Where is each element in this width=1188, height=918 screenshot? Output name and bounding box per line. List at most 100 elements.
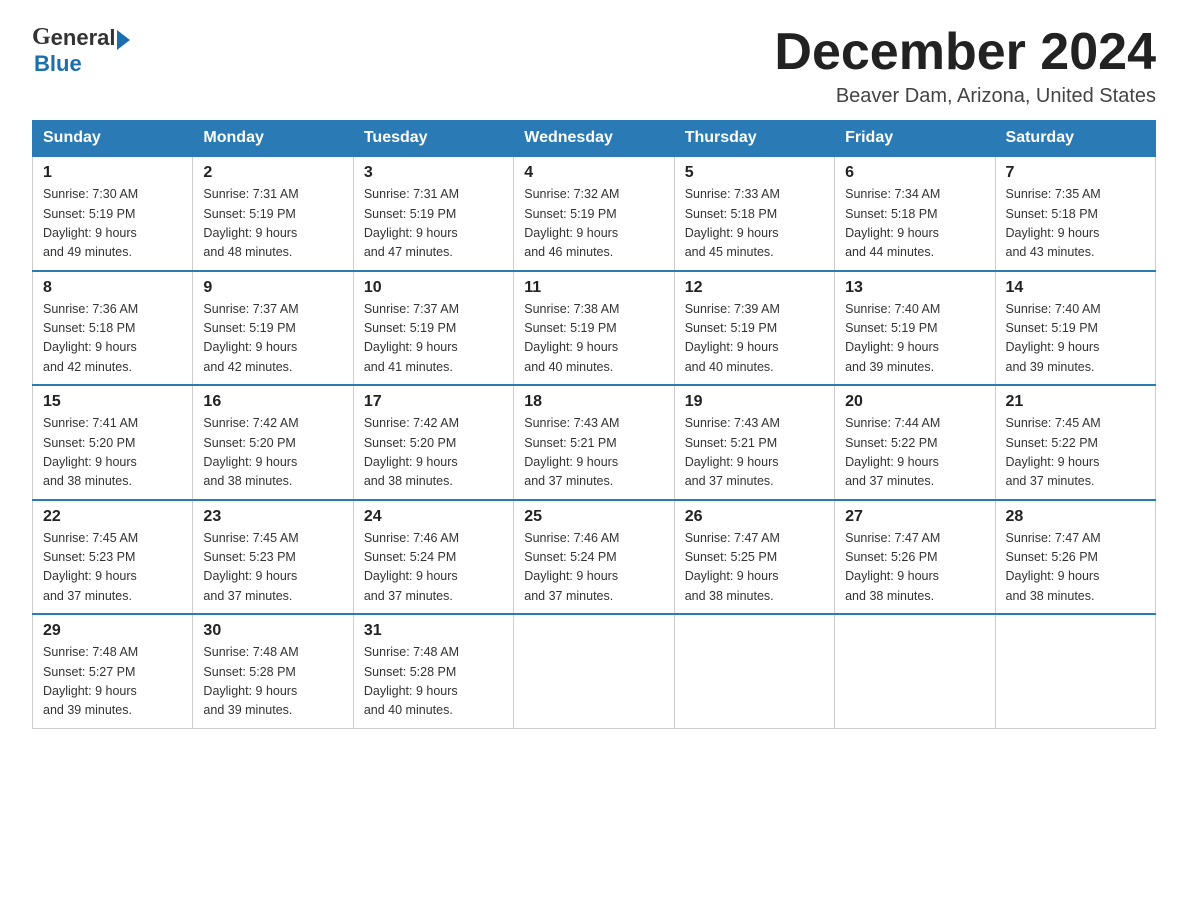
calendar-day-cell: 2 Sunrise: 7:31 AMSunset: 5:19 PMDaylight… xyxy=(193,156,353,271)
calendar-day-cell xyxy=(674,614,834,728)
day-of-week-header: Sunday xyxy=(33,121,193,157)
calendar-day-cell: 19 Sunrise: 7:43 AMSunset: 5:21 PMDayligh… xyxy=(674,385,834,500)
day-info: Sunrise: 7:40 AMSunset: 5:19 PMDaylight:… xyxy=(845,300,984,378)
day-info: Sunrise: 7:48 AMSunset: 5:28 PMDaylight:… xyxy=(364,643,503,721)
day-info: Sunrise: 7:37 AMSunset: 5:19 PMDaylight:… xyxy=(203,300,342,378)
day-of-week-header: Thursday xyxy=(674,121,834,157)
calendar-day-cell: 1 Sunrise: 7:30 AMSunset: 5:19 PMDaylight… xyxy=(33,156,193,271)
day-info: Sunrise: 7:44 AMSunset: 5:22 PMDaylight:… xyxy=(845,414,984,492)
logo-g: G xyxy=(32,24,51,51)
calendar-day-cell xyxy=(995,614,1155,728)
calendar-day-cell: 18Sunrise: 7:43 AMSunset: 5:21 PMDayligh… xyxy=(514,385,674,500)
day-info: Sunrise: 7:31 AMSunset: 5:19 PMDaylight:… xyxy=(203,185,342,263)
day-info: Sunrise: 7:36 AMSunset: 5:18 PMDaylight:… xyxy=(43,300,182,378)
calendar-week-row: 8 Sunrise: 7:36 AMSunset: 5:18 PMDaylight… xyxy=(33,271,1156,386)
day-number: 28 xyxy=(1006,508,1145,526)
day-number: 2 xyxy=(203,164,342,182)
day-number: 9 xyxy=(203,279,342,297)
day-info: Sunrise: 7:43 AMSunset: 5:21 PMDaylight:… xyxy=(685,414,824,492)
day-info: Sunrise: 7:38 AMSunset: 5:19 PMDaylight:… xyxy=(524,300,663,378)
day-info: Sunrise: 7:46 AMSunset: 5:24 PMDaylight:… xyxy=(364,529,503,607)
location-title: Beaver Dam, Arizona, United States xyxy=(774,85,1156,108)
day-info: Sunrise: 7:34 AMSunset: 5:18 PMDaylight:… xyxy=(845,185,984,263)
calendar-day-cell: 21 Sunrise: 7:45 AMSunset: 5:22 PMDayligh… xyxy=(995,385,1155,500)
day-info: Sunrise: 7:45 AMSunset: 5:23 PMDaylight:… xyxy=(43,529,182,607)
day-number: 15 xyxy=(43,393,182,411)
day-number: 20 xyxy=(845,393,984,411)
day-info: Sunrise: 7:48 AMSunset: 5:27 PMDaylight:… xyxy=(43,643,182,721)
header-row: SundayMondayTuesdayWednesdayThursdayFrid… xyxy=(33,121,1156,157)
calendar-day-cell: 11Sunrise: 7:38 AMSunset: 5:19 PMDayligh… xyxy=(514,271,674,386)
day-of-week-header: Saturday xyxy=(995,121,1155,157)
calendar-day-cell: 4 Sunrise: 7:32 AMSunset: 5:19 PMDaylight… xyxy=(514,156,674,271)
calendar-week-row: 22 Sunrise: 7:45 AMSunset: 5:23 PMDayligh… xyxy=(33,500,1156,615)
calendar-day-cell: 9 Sunrise: 7:37 AMSunset: 5:19 PMDaylight… xyxy=(193,271,353,386)
logo-eneral: eneral xyxy=(51,25,116,51)
day-info: Sunrise: 7:45 AMSunset: 5:22 PMDaylight:… xyxy=(1006,414,1145,492)
day-number: 30 xyxy=(203,622,342,640)
calendar-day-cell: 8 Sunrise: 7:36 AMSunset: 5:18 PMDaylight… xyxy=(33,271,193,386)
calendar-day-cell: 7 Sunrise: 7:35 AMSunset: 5:18 PMDaylight… xyxy=(995,156,1155,271)
calendar-day-cell: 12 Sunrise: 7:39 AMSunset: 5:19 PMDayligh… xyxy=(674,271,834,386)
day-number: 26 xyxy=(685,508,824,526)
calendar-day-cell: 20 Sunrise: 7:44 AMSunset: 5:22 PMDayligh… xyxy=(835,385,995,500)
calendar-week-row: 15 Sunrise: 7:41 AMSunset: 5:20 PMDayligh… xyxy=(33,385,1156,500)
day-info: Sunrise: 7:45 AMSunset: 5:23 PMDaylight:… xyxy=(203,529,342,607)
calendar-day-cell: 13 Sunrise: 7:40 AMSunset: 5:19 PMDayligh… xyxy=(835,271,995,386)
calendar-day-cell xyxy=(514,614,674,728)
calendar-day-cell: 28 Sunrise: 7:47 AMSunset: 5:26 PMDayligh… xyxy=(995,500,1155,615)
calendar-day-cell: 29 Sunrise: 7:48 AMSunset: 5:27 PMDayligh… xyxy=(33,614,193,728)
day-of-week-header: Tuesday xyxy=(353,121,513,157)
day-info: Sunrise: 7:33 AMSunset: 5:18 PMDaylight:… xyxy=(685,185,824,263)
day-info: Sunrise: 7:41 AMSunset: 5:20 PMDaylight:… xyxy=(43,414,182,492)
calendar-day-cell: 23 Sunrise: 7:45 AMSunset: 5:23 PMDayligh… xyxy=(193,500,353,615)
day-info: Sunrise: 7:35 AMSunset: 5:18 PMDaylight:… xyxy=(1006,185,1145,263)
day-info: Sunrise: 7:32 AMSunset: 5:19 PMDaylight:… xyxy=(524,185,663,263)
day-number: 6 xyxy=(845,164,984,182)
day-info: Sunrise: 7:42 AMSunset: 5:20 PMDaylight:… xyxy=(203,414,342,492)
day-number: 13 xyxy=(845,279,984,297)
day-number: 23 xyxy=(203,508,342,526)
calendar-week-row: 29 Sunrise: 7:48 AMSunset: 5:27 PMDayligh… xyxy=(33,614,1156,728)
title-block: December 2024 Beaver Dam, Arizona, Unite… xyxy=(774,24,1156,108)
calendar-day-cell: 31 Sunrise: 7:48 AMSunset: 5:28 PMDayligh… xyxy=(353,614,513,728)
day-number: 3 xyxy=(364,164,503,182)
calendar-day-cell: 3Sunrise: 7:31 AMSunset: 5:19 PMDaylight… xyxy=(353,156,513,271)
calendar-day-cell: 25Sunrise: 7:46 AMSunset: 5:24 PMDayligh… xyxy=(514,500,674,615)
day-of-week-header: Wednesday xyxy=(514,121,674,157)
day-info: Sunrise: 7:37 AMSunset: 5:19 PMDaylight:… xyxy=(364,300,503,378)
day-number: 14 xyxy=(1006,279,1145,297)
day-number: 17 xyxy=(364,393,503,411)
day-number: 8 xyxy=(43,279,182,297)
calendar-day-cell: 30 Sunrise: 7:48 AMSunset: 5:28 PMDayligh… xyxy=(193,614,353,728)
day-info: Sunrise: 7:39 AMSunset: 5:19 PMDaylight:… xyxy=(685,300,824,378)
calendar-day-cell: 6 Sunrise: 7:34 AMSunset: 5:18 PMDaylight… xyxy=(835,156,995,271)
day-number: 22 xyxy=(43,508,182,526)
day-number: 27 xyxy=(845,508,984,526)
day-number: 19 xyxy=(685,393,824,411)
day-number: 31 xyxy=(364,622,503,640)
logo: G eneral Blue xyxy=(32,24,130,77)
calendar-day-cell: 14Sunrise: 7:40 AMSunset: 5:19 PMDayligh… xyxy=(995,271,1155,386)
logo-blue-text: Blue xyxy=(34,51,82,76)
day-number: 24 xyxy=(364,508,503,526)
day-info: Sunrise: 7:46 AMSunset: 5:24 PMDaylight:… xyxy=(524,529,663,607)
day-number: 4 xyxy=(524,164,663,182)
day-number: 7 xyxy=(1006,164,1145,182)
calendar-header: SundayMondayTuesdayWednesdayThursdayFrid… xyxy=(33,121,1156,157)
day-number: 21 xyxy=(1006,393,1145,411)
calendar-day-cell: 17Sunrise: 7:42 AMSunset: 5:20 PMDayligh… xyxy=(353,385,513,500)
day-info: Sunrise: 7:30 AMSunset: 5:19 PMDaylight:… xyxy=(43,185,182,263)
day-info: Sunrise: 7:48 AMSunset: 5:28 PMDaylight:… xyxy=(203,643,342,721)
day-number: 29 xyxy=(43,622,182,640)
calendar-day-cell xyxy=(835,614,995,728)
calendar-day-cell: 10Sunrise: 7:37 AMSunset: 5:19 PMDayligh… xyxy=(353,271,513,386)
calendar-day-cell: 16 Sunrise: 7:42 AMSunset: 5:20 PMDayligh… xyxy=(193,385,353,500)
calendar-table: SundayMondayTuesdayWednesdayThursdayFrid… xyxy=(32,120,1156,729)
calendar-day-cell: 22 Sunrise: 7:45 AMSunset: 5:23 PMDayligh… xyxy=(33,500,193,615)
day-number: 12 xyxy=(685,279,824,297)
day-of-week-header: Friday xyxy=(835,121,995,157)
day-number: 1 xyxy=(43,164,182,182)
day-info: Sunrise: 7:47 AMSunset: 5:26 PMDaylight:… xyxy=(1006,529,1145,607)
day-number: 16 xyxy=(203,393,342,411)
